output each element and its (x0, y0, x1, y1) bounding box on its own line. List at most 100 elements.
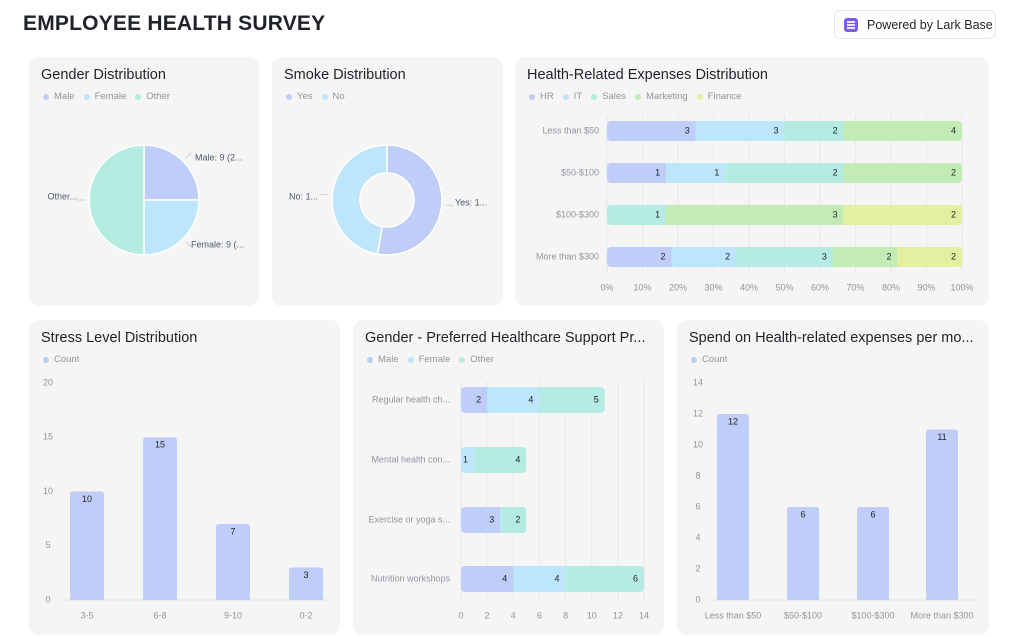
category-label: Regular health ch... (372, 394, 450, 404)
bar-segment-male[interactable] (461, 507, 501, 533)
data-label: 1 (714, 167, 719, 177)
x-tick-label: 30% (704, 282, 722, 292)
y-tick-label: 20 (43, 377, 53, 387)
bar-row: 4 4 6 (461, 566, 644, 592)
spend-per-month-panel: Spend on Health-related expenses per mo.… (677, 320, 989, 635)
bar-segment-sales[interactable] (725, 163, 844, 183)
chart-svg: 0 2 4 6 8 10 12 14 12 Less than $50 6 $50-$100 6 $100… (693, 377, 979, 620)
x-tick-label: 100% (950, 282, 973, 292)
data-label: 4 (515, 454, 520, 464)
bar[interactable] (787, 507, 819, 600)
bar-segment-sales[interactable] (736, 247, 833, 267)
x-tick-label: 90% (917, 282, 935, 292)
data-label: 2 (515, 514, 520, 524)
x-tick-label: 80% (882, 282, 900, 292)
x-tick-label: More than $300 (910, 610, 973, 620)
x-tick-label: 50% (775, 282, 793, 292)
data-label: 5 (594, 394, 599, 404)
data-label: 15 (155, 440, 165, 450)
data-label: 2 (886, 251, 891, 261)
data-label: 6 (633, 573, 638, 583)
bar-segment-hr[interactable] (607, 121, 696, 141)
data-label: 4 (502, 573, 507, 583)
data-label: 6 (870, 509, 875, 519)
chart-svg: 0 2 4 6 8 10 12 14Regular health ch... 2 4 5Mental… (368, 381, 649, 620)
data-label: 2 (661, 251, 666, 261)
bar-segment-male[interactable] (461, 387, 488, 413)
data-label: 2 (951, 209, 956, 219)
data-label: 3 (822, 251, 827, 261)
data-label: 4 (528, 394, 533, 404)
chart-svg: 0 5 10 15 20 10 3-5 15 6-8 7 9-10 3 0-2 (43, 377, 330, 620)
x-tick-label: 0% (600, 282, 613, 292)
slice-label: No: 1... (289, 191, 318, 201)
bar-row: 2 4 5 (461, 387, 605, 413)
bar[interactable] (926, 429, 958, 601)
data-label: 2 (833, 125, 838, 135)
category-label: Exercise or yoga s... (368, 514, 450, 524)
x-tick-label: 0-2 (299, 610, 312, 620)
chart-svg: Yes: 1... No: 1... (289, 144, 487, 256)
bar-row: 1 3 2 (607, 205, 962, 225)
slice-no[interactable] (331, 144, 388, 256)
bar[interactable] (717, 414, 749, 600)
bar-row: 2 2 3 2 2 (607, 247, 962, 267)
x-tick-label: 70% (846, 282, 864, 292)
x-tick-label: 8 (563, 610, 568, 620)
slice-label: Other... (47, 191, 77, 201)
slice-other[interactable] (88, 144, 145, 256)
x-tick-label: 14 (639, 610, 649, 620)
x-tick-label: $50-$100 (784, 610, 822, 620)
data-label: 12 (728, 416, 738, 426)
data-label: 3 (489, 514, 494, 524)
bar-segment-other[interactable] (500, 507, 527, 533)
y-tick-label: 5 (45, 540, 50, 550)
x-tick-label: 20% (669, 282, 687, 292)
x-tick-label: 6 (537, 610, 542, 620)
data-label: 2 (951, 167, 956, 177)
bar-segment-marketing[interactable] (666, 205, 844, 225)
data-label: 1 (655, 209, 660, 219)
chart-svg: 0% 10% 20% 30% 40% 50% 60% 70% 80% 90% 100% Less th… (536, 115, 974, 292)
data-label: 1 (655, 167, 660, 177)
category-label: $50-$100 (561, 167, 599, 177)
expenses-distribution-panel: Health-Related Expenses Distribution HR IT… (515, 57, 989, 306)
data-label: 2 (951, 251, 956, 261)
bar[interactable] (143, 437, 177, 600)
x-tick-label: Less than $50 (705, 610, 762, 620)
bar-segment-it[interactable] (695, 121, 785, 141)
category-label: Less than $50 (542, 125, 599, 135)
data-label: 3 (685, 125, 690, 135)
data-label: 6 (800, 509, 805, 519)
x-tick-label: 10% (633, 282, 651, 292)
x-tick-label: 2 (485, 610, 490, 620)
bar-row: 1 1 2 2 (607, 163, 962, 183)
badge-label: Powered by Lark Base (867, 17, 993, 32)
leader-line (320, 193, 329, 196)
stress-level-panel: Stress Level Distribution Count 0 5 10 15 20 10… (29, 320, 340, 635)
chart-svg: Male: 9 (2... Female: 9 (... Other... (47, 144, 244, 256)
bar[interactable] (857, 507, 889, 600)
leader-line (185, 152, 192, 159)
data-label: 2 (476, 394, 481, 404)
lark-base-logo-icon (844, 17, 858, 32)
category-label: Nutrition workshops (371, 573, 451, 583)
healthcare-support-panel: Gender - Preferred Healthcare Support Pr… (353, 320, 664, 635)
data-label: 4 (951, 125, 956, 135)
y-tick-label: 0 (695, 594, 700, 604)
x-tick-label: 9-10 (224, 610, 242, 620)
bar-segment-marketing[interactable] (843, 121, 962, 141)
slice-label: Yes: 1... (455, 197, 487, 207)
page-title: EMPLOYEE HEALTH SURVEY (23, 12, 326, 35)
powered-by-lark-base-button[interactable]: Powered by Lark Base (834, 10, 996, 39)
y-tick-label: 8 (695, 470, 700, 480)
bar[interactable] (70, 491, 104, 601)
bar-segment-marketing[interactable] (843, 163, 962, 183)
bar-segment-finance[interactable] (843, 205, 962, 225)
data-label: 4 (555, 573, 560, 583)
x-tick-label: 4 (511, 610, 516, 620)
y-tick-label: 14 (693, 377, 703, 387)
data-label: 10 (82, 494, 92, 504)
bar-row: 14 (461, 447, 527, 473)
category-label: $100-$300 (556, 209, 599, 219)
